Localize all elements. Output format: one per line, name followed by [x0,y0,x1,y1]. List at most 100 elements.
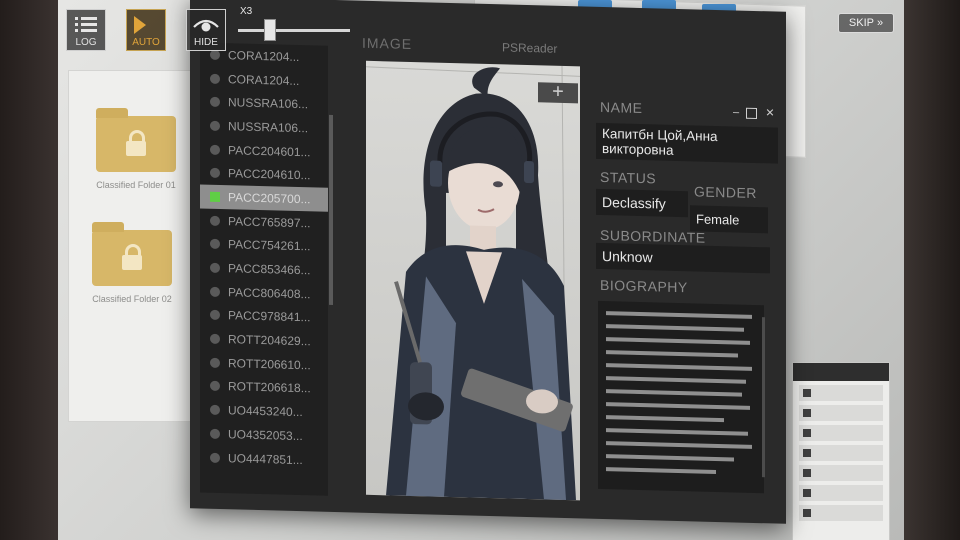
bullet-icon [210,381,220,392]
personnel-code: PACC204601... [228,142,311,159]
game-screen: Classified Folder 01 Classified Folder 0… [0,0,960,540]
folder-label: Classified Folder 01 [96,180,176,190]
maximize-icon[interactable] [746,107,757,120]
double-chevron-right-icon: » [876,17,884,29]
folder-label: Classified Folder 02 [92,294,172,304]
personnel-list-item[interactable]: PACC204601... [200,137,328,164]
bullet-icon [210,333,220,345]
bullet-icon [210,286,220,297]
gender-label: GENDER [694,183,757,202]
hide-label: HIDE [194,37,218,48]
close-icon[interactable]: ✕ [764,107,776,119]
personnel-list-item[interactable]: UO4447851... [200,445,328,472]
personnel-code: PACC765897... [228,213,311,231]
personnel-list-item[interactable]: PACC765897... [200,208,328,235]
right-border [904,0,960,540]
personnel-list-item[interactable]: NUSSRA106... [200,114,328,141]
dossier-window: PSReader IMAGE CORA1204... CORA1204... NUS… [190,0,786,524]
speed-label: X3 [240,6,253,17]
personnel-list: CORA1204... CORA1204... NUSSRA106... NUSSRA… [200,42,328,496]
biography-text [598,300,764,494]
bullet-icon [210,239,220,250]
subordinate-value: Unknow [596,242,770,274]
folder-icon [92,222,172,286]
personnel-code: CORA1204... [228,71,300,88]
speed-slider-track[interactable] [238,29,350,32]
name-value: Капитбн Цой,Анна викторовна [596,122,778,164]
personnel-code: NUSSRA106... [228,95,309,112]
character-illustration [366,65,580,501]
list-icon [75,17,97,32]
personnel-list-item[interactable]: PACC806408... [200,279,328,306]
personnel-code: PACC978841... [228,308,311,325]
bullet-icon [210,73,220,84]
bullet-icon [210,357,220,368]
personnel-code: NUSSRA106... [228,119,309,136]
personnel-code: ROTT206618... [228,379,311,396]
personnel-code: UO4453240... [228,403,303,420]
personnel-list-item[interactable]: UO4453240... [200,398,328,425]
personnel-code: UO4352053... [228,427,303,443]
list-scrollbar[interactable] [329,114,333,305]
window-titlebar [793,363,889,381]
background-window [792,362,890,540]
hide-button[interactable]: HIDE [186,9,226,51]
bullet-icon [210,168,220,179]
bullet-icon [210,144,220,155]
personnel-list-item[interactable]: CORA1204... [200,66,328,93]
personnel-list-item[interactable]: PACC978841... [200,303,328,330]
personnel-code: CORA1204... [228,48,300,64]
character-portrait [366,60,580,501]
personnel-code: PACC806408... [228,284,311,302]
speed-slider-thumb[interactable] [264,19,276,41]
classified-folder[interactable]: Classified Folder 01 [96,108,176,190]
status-label: STATUS [600,168,657,187]
classified-folder[interactable]: Classified Folder 02 [92,222,172,304]
add-button[interactable]: + [538,81,578,104]
lock-icon [124,130,148,156]
image-header: IMAGE [362,34,413,53]
personnel-list-item[interactable]: PACC754261... [200,232,328,259]
auto-label: AUTO [132,37,160,48]
selected-indicator-icon [210,191,220,202]
log-button[interactable]: LOG [66,9,106,51]
skip-button[interactable]: SKIP » [838,13,894,33]
biography-text-blur [606,311,752,474]
personnel-list-item[interactable]: PACC204610... [200,161,328,188]
personnel-list-item[interactable]: ROTT206618... [200,374,328,401]
minimize-icon[interactable]: – [730,106,742,118]
personnel-code: ROTT206610... [228,355,311,373]
personnel-code: PACC204610... [228,166,311,183]
personnel-list-item[interactable]: NUSSRA106... [200,90,328,117]
eye-icon [193,19,219,32]
personnel-list-item[interactable]: PACC853466... [200,256,328,283]
lock-icon [120,244,144,270]
left-border [0,0,58,540]
personnel-list-item[interactable]: PACC205700... [200,184,328,212]
personnel-list-item[interactable]: ROTT204629... [200,327,328,354]
biography-scrollbar[interactable] [762,317,765,478]
bullet-icon [210,96,220,108]
bullet-icon [210,49,220,60]
bullet-icon [210,404,220,416]
window-title: PSReader [502,40,558,56]
personnel-code: PACC754261... [228,237,311,254]
personnel-list-item[interactable]: UO4352053... [200,421,328,448]
personnel-code: UO4447851... [228,450,303,467]
log-label: LOG [75,37,97,48]
personnel-code: PACC853466... [228,261,311,278]
bullet-icon [210,262,220,274]
personnel-code: ROTT204629... [228,332,311,349]
bullet-icon [210,428,220,439]
bullet-icon [210,452,220,463]
personnel-list-item[interactable]: ROTT206610... [200,350,328,377]
personnel-code: PACC205700... [228,190,311,207]
skip-label: SKIP [848,17,874,29]
bullet-icon [210,120,220,131]
name-label: NAME [600,98,643,117]
auto-button[interactable]: AUTO [126,9,166,51]
status-value: Declassify [596,188,688,218]
bullet-icon [210,310,220,321]
biography-label: BIOGRAPHY [600,276,688,296]
play-icon [134,16,146,34]
